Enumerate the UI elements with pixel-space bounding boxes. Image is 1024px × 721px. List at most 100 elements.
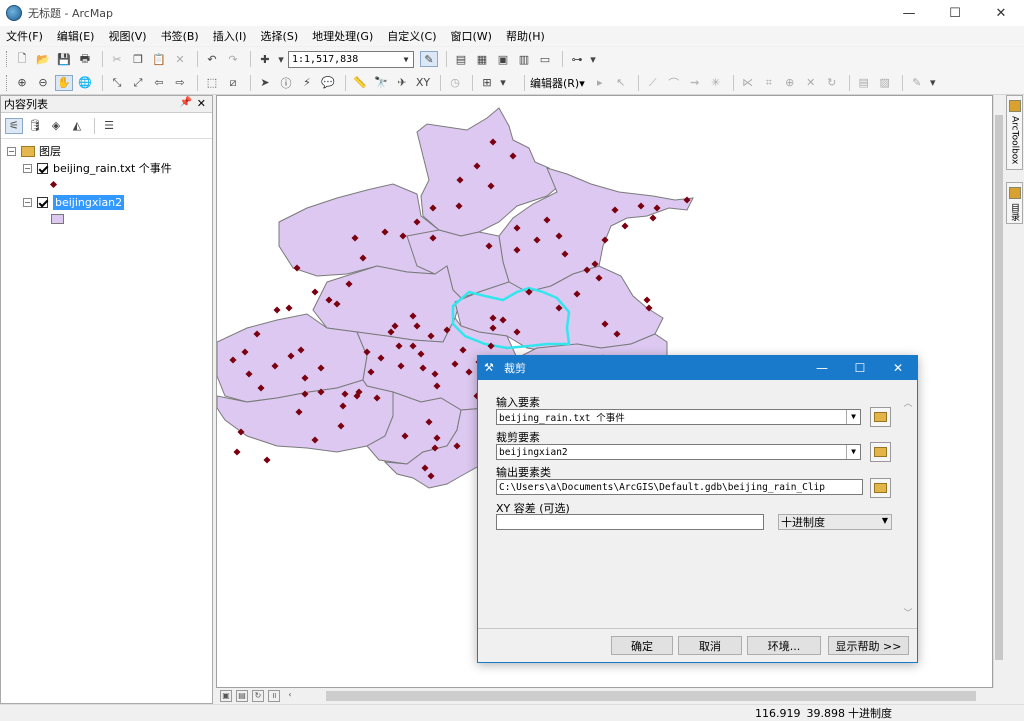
toolbar-grip[interactable]: [6, 51, 9, 67]
input-browse-button[interactable]: [870, 407, 891, 427]
paste-icon[interactable]: 📋: [150, 51, 168, 67]
new-document-icon[interactable]: 🗋: [13, 51, 31, 67]
delete-icon[interactable]: ✕: [171, 51, 189, 67]
save-icon[interactable]: 💾: [55, 51, 73, 67]
select-elements-icon[interactable]: ➤: [256, 75, 274, 91]
reshape-icon[interactable]: ⌗: [760, 75, 778, 91]
show-help-button[interactable]: 显示帮助 >>: [828, 636, 909, 655]
layer-name-rain[interactable]: beijing_rain.txt 个事件: [53, 160, 172, 176]
fixed-zoom-out-icon[interactable]: ⤢: [129, 75, 147, 91]
undo-icon[interactable]: ↶: [203, 51, 221, 67]
editor-toolbar-icon[interactable]: ✎: [420, 51, 438, 67]
menu-edit[interactable]: 编辑(E): [57, 28, 95, 44]
collapse-icon[interactable]: −: [7, 146, 16, 156]
redo-icon[interactable]: ↷: [224, 51, 242, 67]
identify-icon[interactable]: ⓘ: [277, 75, 295, 91]
sketch-properties-icon[interactable]: ▨: [876, 75, 894, 91]
polygon-symbol[interactable]: [51, 211, 64, 227]
collapse-icon[interactable]: −: [23, 197, 32, 207]
toc-close-icon[interactable]: ✕: [197, 97, 206, 110]
layout-view-icon[interactable]: ▤: [236, 690, 248, 702]
map-scale-combo[interactable]: 1:1,517,838 ▼: [288, 50, 414, 68]
edit-vertices-icon[interactable]: ⋉: [739, 75, 757, 91]
select-features-icon[interactable]: ⬚: [203, 75, 221, 91]
table-of-contents-icon[interactable]: ▤: [452, 51, 470, 67]
menu-windows[interactable]: 窗口(W): [451, 28, 492, 44]
straight-segment-icon[interactable]: ⟋: [644, 75, 662, 91]
arctoolbox-icon[interactable]: ▥: [515, 51, 533, 67]
create-features-icon[interactable]: ✎: [908, 75, 926, 91]
clip-browse-button[interactable]: [870, 442, 891, 462]
close-button[interactable]: ✕: [978, 0, 1024, 26]
trace-icon[interactable]: ⇝: [686, 75, 704, 91]
scroll-down-icon[interactable]: ﹀: [902, 606, 914, 619]
list-by-source-icon[interactable]: 🛢: [26, 118, 44, 134]
menu-bookmarks[interactable]: 书签(B): [161, 28, 199, 44]
cut-polygons-icon[interactable]: ⊕: [781, 75, 799, 91]
xy-tolerance-unit-select[interactable]: 十进制度 ▼: [778, 514, 892, 530]
pin-icon[interactable]: 📌: [180, 97, 192, 108]
go-to-xy-icon[interactable]: XY: [414, 75, 432, 91]
zoom-in-icon[interactable]: ⊕: [13, 75, 31, 91]
python-window-icon[interactable]: ▭: [536, 51, 554, 67]
refresh-icon[interactable]: ↻: [252, 690, 264, 702]
cut-icon[interactable]: ✂: [108, 51, 126, 67]
create-viewer-icon[interactable]: ⊞: [478, 75, 496, 91]
pan-icon[interactable]: ✋: [55, 74, 73, 91]
dialog-minimize-button[interactable]: —: [803, 356, 841, 380]
ok-button[interactable]: 确定: [611, 636, 673, 655]
zoom-out-icon[interactable]: ⊖: [34, 75, 52, 91]
time-slider-icon[interactable]: ◷: [446, 75, 464, 91]
menu-file[interactable]: 文件(F): [6, 28, 43, 44]
measure-icon[interactable]: 📏: [351, 75, 369, 91]
scroll-thumb[interactable]: [995, 115, 1003, 660]
chevron-down-icon[interactable]: ▼: [846, 445, 860, 459]
chevron-down-icon[interactable]: ▼: [399, 55, 413, 64]
cancel-button[interactable]: 取消: [678, 636, 742, 655]
menu-geoprocessing[interactable]: 地理处理(G): [312, 28, 373, 44]
map-vertical-scrollbar[interactable]: [993, 95, 1003, 688]
add-data-dropdown-icon[interactable]: ▾: [277, 51, 285, 67]
dialog-close-button[interactable]: ✕: [879, 356, 917, 380]
full-extent-icon[interactable]: 🌐: [76, 75, 94, 91]
list-by-drawing-order-icon[interactable]: ⚟: [5, 117, 23, 134]
environments-button[interactable]: 环境...: [747, 636, 821, 655]
arctoolbox-tab[interactable]: ArcToolbox: [1006, 95, 1023, 170]
toolbar-options-icon[interactable]: ▾: [589, 51, 597, 67]
edit-tool-icon[interactable]: ▸: [591, 75, 609, 91]
toolbar-options-icon-2[interactable]: ▾: [499, 75, 507, 91]
copy-icon[interactable]: ❐: [129, 51, 147, 67]
minimize-button[interactable]: —: [886, 0, 932, 26]
scroll-up-icon[interactable]: ︿: [902, 396, 914, 409]
pause-drawing-icon[interactable]: ॥: [268, 690, 280, 702]
add-data-icon[interactable]: ✚: [256, 51, 274, 67]
catalog-tab[interactable]: 目录: [1006, 182, 1023, 224]
chevron-down-icon[interactable]: ▼: [846, 410, 860, 424]
dialog-scrollbar[interactable]: ︿ ﹀: [902, 396, 914, 619]
xy-tolerance-input[interactable]: [496, 514, 764, 530]
attributes-icon[interactable]: ▤: [855, 75, 873, 91]
menu-help[interactable]: 帮助(H): [506, 28, 545, 44]
rotate-icon[interactable]: ↻: [823, 75, 841, 91]
data-view-icon[interactable]: ▣: [220, 690, 232, 702]
clear-selection-icon[interactable]: ⧄: [224, 75, 242, 91]
input-features-combo[interactable]: beijing_rain.txt 个事件 ▼: [496, 409, 861, 425]
menu-selection[interactable]: 选择(S): [261, 28, 299, 44]
dialog-maximize-button[interactable]: ☐: [841, 356, 879, 380]
split-icon[interactable]: ✕: [802, 75, 820, 91]
map-horizontal-scrollbar[interactable]: [326, 691, 976, 701]
find-route-icon[interactable]: ✈: [393, 75, 411, 91]
dialog-title-bar[interactable]: ⚒ 裁剪 — ☐ ✕: [478, 356, 917, 380]
point-icon[interactable]: ✳: [707, 75, 725, 91]
forward-extent-icon[interactable]: ⇨: [171, 75, 189, 91]
list-by-visibility-icon[interactable]: ◈: [47, 118, 65, 134]
rain-point-symbol[interactable]: [49, 176, 58, 192]
back-extent-icon[interactable]: ⇦: [150, 75, 168, 91]
toolbar-options-icon-3[interactable]: ▾: [929, 75, 937, 91]
menu-insert[interactable]: 插入(I): [213, 28, 247, 44]
layer-name-beijingxian2[interactable]: beijingxian2: [53, 194, 125, 210]
hyperlink-icon[interactable]: ⚡: [298, 75, 316, 91]
endpoint-arc-icon[interactable]: ⌒: [665, 75, 683, 91]
open-folder-icon[interactable]: 📂: [34, 51, 52, 67]
layer-visibility-checkbox[interactable]: [37, 162, 48, 174]
